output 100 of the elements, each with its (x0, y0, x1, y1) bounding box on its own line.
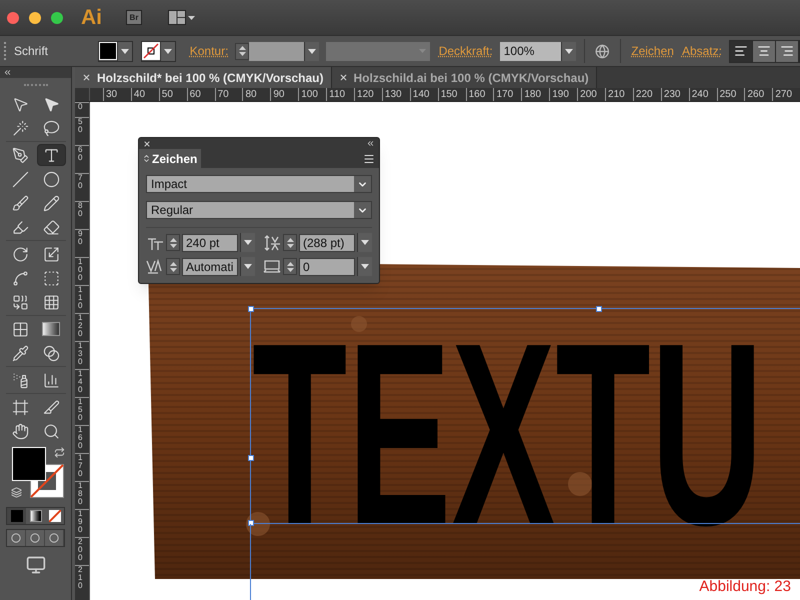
screen-mode-icon[interactable] (26, 555, 46, 575)
draw-normal-button[interactable] (7, 530, 26, 546)
close-icon[interactable] (338, 73, 348, 82)
pencil-icon (42, 194, 60, 212)
kerning-field[interactable]: Automati (182, 258, 238, 276)
caret-icon (170, 268, 176, 272)
caret-icon (286, 244, 294, 248)
globe-icon[interactable] (594, 44, 610, 58)
selection-handle[interactable] (248, 455, 254, 461)
tracking-dropdown[interactable] (357, 257, 372, 276)
font-size-dropdown[interactable] (240, 233, 255, 252)
selection-handle[interactable] (248, 520, 254, 526)
stroke-dropdown-button[interactable] (160, 42, 175, 60)
ruler-label: 60 (75, 145, 89, 173)
swap-icon[interactable] (54, 447, 64, 458)
close-light-icon[interactable] (7, 12, 19, 24)
fill-swatch[interactable] (98, 42, 117, 60)
ruler-label: 60 (186, 88, 215, 101)
scale-icon (42, 246, 60, 262)
up-down-icon (142, 154, 151, 163)
ruler-label: 230 (660, 88, 689, 101)
ruler-label: 250 (716, 88, 744, 101)
type-icon (42, 146, 60, 164)
caret-icon (286, 268, 294, 272)
close-icon[interactable] (82, 73, 91, 82)
stroke-weight-dropdown[interactable] (304, 42, 320, 60)
font-size-field[interactable]: 240 pt (182, 234, 238, 252)
ruler-label: 120 (354, 88, 382, 101)
ruler-label: 100 (75, 257, 89, 285)
up-caret-icon (238, 46, 246, 50)
column-chart-icon (42, 372, 60, 388)
opacity-dropdown[interactable] (560, 42, 576, 60)
panel-tab[interactable]: Zeichen (139, 149, 201, 168)
ruler-label: 170 (75, 453, 89, 481)
align-button[interactable] (730, 40, 753, 62)
layout-button[interactable] (168, 10, 195, 25)
spray-can-icon (12, 372, 28, 388)
panel-menu-icon[interactable] (363, 152, 375, 164)
ruler-label: 100 (298, 88, 326, 101)
fill-dropdown-button[interactable] (116, 42, 132, 60)
leading-field[interactable]: (288 pt) (299, 234, 355, 252)
collapse-icon[interactable] (366, 139, 375, 148)
tool-button[interactable] (36, 144, 66, 166)
kerning-dropdown[interactable] (240, 257, 255, 276)
fill-stroke-swatches-icon[interactable] (12, 447, 64, 498)
artboard-icon (12, 398, 28, 416)
ruler-label: 190 (549, 88, 578, 101)
minimize-light-icon[interactable] (29, 12, 41, 24)
bridge-button[interactable]: Br (126, 10, 142, 25)
zoom-icon (42, 422, 60, 440)
tracking-field[interactable]: 0 (299, 258, 355, 276)
knife-icon (42, 398, 60, 416)
ruler-label: 130 (75, 341, 89, 369)
kerning-icon (146, 258, 164, 274)
stepper-button[interactable] (166, 258, 180, 275)
document-tab[interactable]: Holzschild.ai bei 100 % (CMYK/Vorschau) (332, 67, 597, 88)
collapse-icon[interactable] (3, 68, 12, 77)
opacity-field[interactable]: 100% (500, 42, 561, 60)
eraser-icon (42, 218, 60, 236)
stepper-button[interactable] (283, 258, 297, 275)
tab-label: Holzschild* bei 100 % (CMYK/Vorschau) (97, 70, 324, 86)
selection-handle[interactable] (596, 306, 602, 312)
stepper-button[interactable] (166, 234, 180, 251)
ruler-label: 50 (75, 117, 89, 145)
caret-icon (244, 240, 252, 245)
ruler-label: 80 (242, 88, 270, 101)
font-family-dropdown[interactable]: Impact (146, 175, 372, 193)
leading-dropdown[interactable] (357, 233, 372, 252)
ruler-label: 260 (744, 88, 772, 101)
up-caret-icon (170, 262, 176, 266)
align-left-icon (734, 44, 748, 58)
ruler-label: 160 (466, 88, 494, 101)
document-tab[interactable]: Holzschild* bei 100 % (CMYK/Vorschau) (75, 67, 332, 88)
align-button[interactable] (752, 40, 776, 62)
draw-inside-button[interactable] (45, 530, 64, 546)
draw-behind-button[interactable] (26, 530, 45, 546)
up-caret-icon (170, 238, 176, 242)
color-mode-button[interactable] (7, 508, 26, 524)
magic-wand-icon (12, 120, 28, 136)
stepper-button[interactable] (283, 234, 297, 251)
stroke-none-swatch[interactable] (142, 42, 160, 60)
font-style-dropdown[interactable]: Regular (146, 201, 372, 219)
stepper-button[interactable] (235, 42, 250, 60)
ruler-label: 50 (158, 88, 187, 101)
align-button[interactable] (776, 40, 799, 62)
ruler-label: 70 (214, 88, 242, 101)
curve-icon (12, 270, 28, 286)
ruler-label: 150 (438, 88, 466, 101)
zoom-light-icon[interactable] (51, 12, 63, 24)
ruler-label: 140 (410, 88, 438, 101)
ruler-label: 180 (521, 88, 550, 101)
marker-icon (12, 218, 28, 236)
grid-icon (42, 294, 60, 310)
rotate-icon (12, 246, 28, 262)
stroke-weight-field[interactable] (249, 42, 304, 60)
close-icon[interactable] (143, 140, 151, 148)
caret-icon (361, 240, 369, 245)
caret-icon (564, 48, 573, 54)
selection-handle[interactable] (248, 306, 254, 312)
leading-icon (263, 234, 281, 250)
